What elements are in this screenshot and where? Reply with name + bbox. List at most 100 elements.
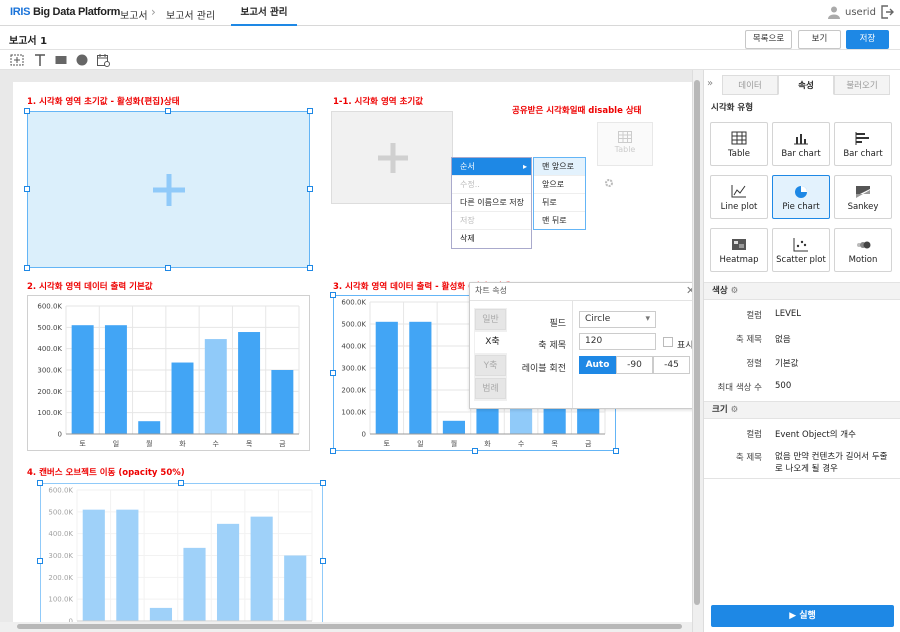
prop-label: 컬럼	[746, 430, 762, 440]
tab-properties[interactable]: 속성	[778, 75, 834, 95]
resize-handle[interactable]	[24, 186, 30, 192]
logo[interactable]: IRIS Big Data Platform	[10, 6, 120, 18]
resize-handle[interactable]	[307, 186, 313, 192]
x-tick-label: 토	[384, 440, 391, 448]
tab-report-manage[interactable]: 보고서 관리	[231, 0, 297, 26]
menu-item-edit: 수정..	[452, 176, 531, 194]
chart-container-moving[interactable]: 600.0K500.0K400.0K300.0K200.0K100.0K0	[40, 483, 323, 628]
table-icon	[618, 131, 632, 143]
text-icon[interactable]	[33, 53, 47, 67]
resize-handle[interactable]	[320, 558, 326, 564]
prop-value[interactable]: 없음 만약 컨텐츠가 길어서 두줄로 나오게 될 경우	[775, 451, 893, 475]
horizontal-scroll-thumb[interactable]	[17, 624, 682, 629]
viz-type-motion[interactable]: Motion	[834, 228, 892, 272]
viz-type-sankey[interactable]: Sankey	[834, 175, 892, 219]
add-area-icon[interactable]	[10, 53, 24, 67]
gear-icon: ⚙	[730, 286, 739, 296]
resize-handle[interactable]	[24, 265, 30, 271]
pie-chart-icon	[795, 186, 807, 198]
dialog-tab-y-axis[interactable]: Y축	[475, 355, 506, 376]
viz-type-table[interactable]: Table	[710, 122, 768, 166]
bar-chart: 600.0K 500.0K 400.0K 300.0K 200.0K 100.0K 0 토 일 월…	[37, 303, 300, 448]
y-tick-label: 200.0K	[37, 388, 62, 396]
rotate-minus45-button[interactable]: -45	[653, 356, 690, 374]
collapse-panel-icon[interactable]: »	[707, 78, 713, 89]
rotate-minus90-button[interactable]: -90	[616, 356, 653, 374]
vertical-scroll-thumb[interactable]	[694, 80, 700, 605]
viz-type-bar-chart[interactable]: Bar chart	[772, 122, 830, 166]
menu-item-save-as[interactable]: 다른 이름으로 저장	[452, 194, 531, 212]
prop-value[interactable]: 기본값	[775, 357, 798, 369]
prop-value[interactable]: LEVEL	[775, 309, 801, 319]
field-select[interactable]: Circle ▾	[579, 311, 656, 328]
view-button[interactable]: 보기	[798, 30, 841, 49]
viz-type-scatter-plot[interactable]: Scatter plot	[772, 228, 830, 272]
viz-area-placeholder[interactable]	[331, 111, 453, 204]
x-tick-label: 목	[246, 440, 253, 448]
resize-handle[interactable]	[178, 480, 184, 486]
y-tick-label: 100.0K	[37, 409, 62, 417]
menu-item-order[interactable]: 순서 ▸	[452, 158, 531, 176]
menu-item-send-to-back[interactable]: 맨 뒤로	[534, 212, 585, 230]
resize-handle[interactable]	[165, 108, 171, 114]
viz-type-pie-chart[interactable]: Pie chart	[772, 175, 830, 219]
menu-item-bring-forward[interactable]: 앞으로	[534, 176, 585, 194]
viz-type-line-plot[interactable]: Line plot	[710, 175, 768, 219]
viz-area-placeholder-active[interactable]	[27, 111, 310, 268]
resize-handle[interactable]	[24, 108, 30, 114]
bar	[116, 509, 139, 621]
back-to-list-button[interactable]: 목록으로	[745, 30, 792, 49]
dialog-tab-x-axis[interactable]: X축	[475, 332, 510, 353]
divider	[470, 300, 704, 301]
resize-handle[interactable]	[613, 448, 619, 454]
chart-container[interactable]: 600.0K 500.0K 400.0K 300.0K 200.0K 100.0K 0 토 일 월…	[27, 295, 310, 451]
user-icon[interactable]	[828, 6, 840, 19]
run-button[interactable]: ▶ 실행	[711, 605, 894, 627]
resize-handle[interactable]	[37, 558, 43, 564]
menu-item-delete[interactable]: 삭제	[452, 230, 531, 248]
tab-data[interactable]: 데이터	[722, 75, 778, 95]
resize-handle[interactable]	[330, 292, 336, 298]
resize-handle[interactable]	[37, 480, 43, 486]
dialog-tab-general[interactable]: 일반	[475, 309, 506, 330]
viz-type-title: 시각화 유형	[711, 103, 754, 113]
viz-type-label: Motion	[848, 255, 878, 265]
prop-value[interactable]: Event Object의 개수	[775, 428, 856, 440]
resize-handle[interactable]	[330, 448, 336, 454]
dialog-tab-legend[interactable]: 범례	[475, 378, 506, 399]
menu-item-bring-to-front[interactable]: 맨 앞으로	[534, 158, 585, 176]
resize-handle[interactable]	[307, 108, 313, 114]
plus-icon[interactable]	[376, 141, 410, 175]
resize-handle[interactable]	[320, 480, 326, 486]
viz-type-bar-chart[interactable]: Bar chart	[834, 122, 892, 166]
bar	[271, 370, 294, 434]
rectangle-icon[interactable]	[54, 53, 68, 67]
bar	[284, 555, 307, 621]
x-tick-label: 수	[518, 440, 525, 448]
prop-value[interactable]: 없음	[775, 333, 791, 345]
show-checkbox[interactable]	[663, 337, 673, 347]
resize-handle[interactable]	[307, 265, 313, 271]
resize-handle[interactable]	[472, 448, 478, 454]
bar	[216, 523, 240, 621]
viz-type-heatmap[interactable]: Heatmap	[710, 228, 768, 272]
circle-icon[interactable]	[75, 53, 89, 67]
save-button[interactable]: 저장	[846, 30, 889, 49]
breadcrumb-report[interactable]: 보고서	[120, 7, 148, 22]
menu-item-send-backward[interactable]: 뒤로	[534, 194, 585, 212]
gear-icon[interactable]	[604, 178, 614, 188]
axis-title-input[interactable]: 120	[579, 333, 656, 350]
prop-label: 축 제목	[735, 335, 762, 345]
username[interactable]: userid	[845, 7, 876, 18]
logout-icon[interactable]	[880, 5, 894, 19]
prop-value[interactable]: 500	[775, 381, 791, 391]
tab-load[interactable]: 불러오기	[834, 75, 890, 95]
disabled-table-viz: Table	[597, 122, 653, 166]
resize-handle[interactable]	[165, 265, 171, 271]
plus-icon[interactable]	[151, 172, 187, 208]
rotate-auto-button[interactable]: Auto	[579, 356, 616, 374]
calendar-icon[interactable]	[96, 53, 110, 67]
resize-handle[interactable]	[330, 370, 336, 376]
breadcrumb-report-manage[interactable]: 보고서 관리	[166, 7, 215, 22]
report-title[interactable]: 보고서 1	[9, 32, 47, 47]
